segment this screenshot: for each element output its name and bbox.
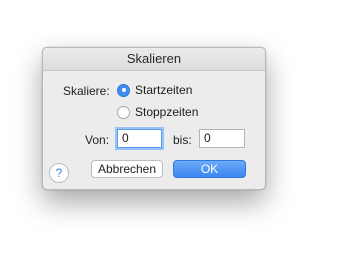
radio-unselected-icon xyxy=(117,105,130,119)
help-icon[interactable]: ? xyxy=(49,163,69,183)
dialog-title: Skalieren xyxy=(43,48,265,71)
to-label: bis: xyxy=(173,133,192,147)
cancel-button[interactable]: Abbrechen xyxy=(91,160,163,178)
radio-stop-times-label: Stoppzeiten xyxy=(135,105,199,119)
from-label: Von: xyxy=(85,133,110,147)
ok-button[interactable]: OK xyxy=(173,160,246,178)
radio-start-times[interactable]: Startzeiten xyxy=(117,83,192,97)
to-field[interactable]: 0 xyxy=(199,129,245,148)
from-field[interactable]: 0 xyxy=(117,129,162,148)
radio-stop-times[interactable]: Stoppzeiten xyxy=(117,105,198,119)
radio-start-times-label: Startzeiten xyxy=(135,83,193,97)
scale-label: Skaliere: xyxy=(63,84,110,98)
radio-selected-icon xyxy=(117,83,130,97)
scale-dialog: Skalieren Skaliere: Startzeiten Stoppzei… xyxy=(42,47,266,190)
